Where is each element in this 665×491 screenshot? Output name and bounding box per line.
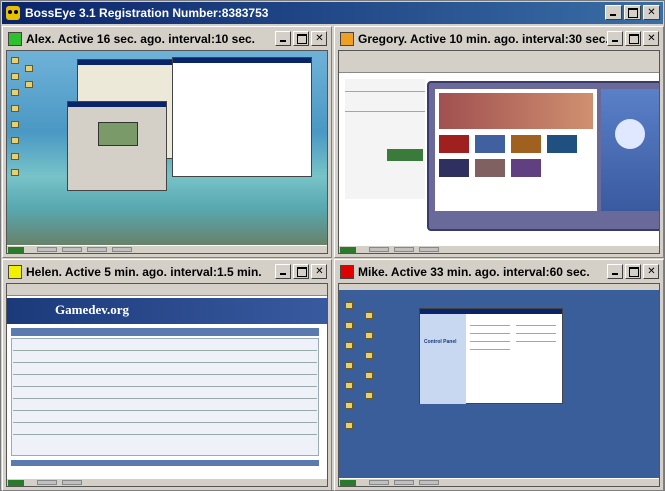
- desktop-icon: [365, 332, 373, 339]
- pane-label: Mike. Active 33 min. ago. interval:60 se…: [358, 264, 590, 279]
- screen-thumbnail[interactable]: [6, 50, 328, 254]
- maximize-button[interactable]: [625, 31, 641, 46]
- app-title: BossEye 3.1 Registration Number:8383753: [25, 6, 269, 20]
- desktop-icon: [11, 121, 19, 128]
- desktop-icon: [365, 372, 373, 379]
- desktop-icon: [345, 342, 353, 349]
- screen-thumbnail[interactable]: Control Panel: [338, 283, 660, 487]
- desktop-icon: [25, 65, 33, 72]
- desktop-icon: [11, 73, 19, 80]
- pane-title-bar: Mike. Active 33 min. ago. interval:60 se…: [337, 262, 661, 281]
- screen-thumbnail[interactable]: [338, 50, 660, 254]
- desktop-icon: [11, 89, 19, 96]
- desktop-icon: [11, 105, 19, 112]
- desktop-icon: [345, 302, 353, 309]
- minimize-button[interactable]: [275, 31, 291, 46]
- pane-label: Gregory. Active 10 min. ago. interval:30…: [358, 31, 609, 46]
- desktop-icon: [345, 322, 353, 329]
- title-bar: BossEye 3.1 Registration Number:8383753: [2, 2, 663, 24]
- close-button[interactable]: [643, 31, 659, 46]
- taskbar: [7, 478, 327, 486]
- desktop-icon: [365, 352, 373, 359]
- control-panel-window-thumbnail: Control Panel: [419, 308, 563, 404]
- pane-title-bar: Alex. Active 16 sec. ago. interval:10 se…: [5, 29, 329, 48]
- close-button[interactable]: [643, 5, 660, 20]
- minimize-button[interactable]: [605, 5, 622, 20]
- close-button[interactable]: [643, 264, 659, 279]
- desktop-icon: [365, 392, 373, 399]
- taskbar: [339, 245, 659, 253]
- status-indicator: [8, 31, 22, 46]
- minimize-button[interactable]: [607, 264, 623, 279]
- app-window: BossEye 3.1 Registration Number:8383753 …: [0, 0, 665, 491]
- taskbar: [339, 478, 659, 486]
- minimize-button[interactable]: [607, 31, 623, 46]
- desktop-icon: [345, 382, 353, 389]
- maximize-button[interactable]: [293, 264, 309, 279]
- desktop-icon: [345, 402, 353, 409]
- maximize-button[interactable]: [625, 264, 641, 279]
- desktop-icon: [25, 81, 33, 88]
- taskbar: [7, 245, 327, 253]
- close-button[interactable]: [311, 31, 327, 46]
- maximize-button[interactable]: [293, 31, 309, 46]
- pane-helen[interactable]: Helen. Active 5 min. ago. interval:1.5 m…: [2, 259, 332, 491]
- desktop-icon: [345, 362, 353, 369]
- desktop-icon: [11, 57, 19, 64]
- dialog-thumbnail: [67, 101, 167, 191]
- desktop-icon: [11, 169, 19, 176]
- pane-title-bar: Helen. Active 5 min. ago. interval:1.5 m…: [5, 262, 329, 281]
- pane-mike[interactable]: Mike. Active 33 min. ago. interval:60 se…: [334, 259, 664, 491]
- minimize-button[interactable]: [275, 264, 291, 279]
- pane-title-bar: Gregory. Active 10 min. ago. interval:30…: [337, 29, 661, 48]
- pane-label: Alex. Active 16 sec. ago. interval:10 se…: [26, 31, 256, 46]
- desktop-icon: [345, 422, 353, 429]
- pane-alex[interactable]: Alex. Active 16 sec. ago. interval:10 se…: [2, 26, 332, 258]
- desktop-icon: [11, 153, 19, 160]
- pane-gregory[interactable]: Gregory. Active 10 min. ago. interval:30…: [334, 26, 664, 258]
- close-button[interactable]: [311, 264, 327, 279]
- control-panel-title: Control Panel: [424, 339, 457, 345]
- app-window-thumbnail: [172, 57, 312, 177]
- pane-label: Helen. Active 5 min. ago. interval:1.5 m…: [26, 264, 262, 279]
- media-player-thumbnail: [427, 81, 659, 231]
- desktop-icon: [11, 137, 19, 144]
- status-indicator: [8, 264, 22, 279]
- desktop-icon: [365, 312, 373, 319]
- boss-eye-icon: [6, 6, 20, 20]
- screen-thumbnail[interactable]: Gamedev.org: [6, 283, 328, 487]
- site-logo: Gamedev.org: [55, 302, 130, 317]
- status-indicator: [340, 31, 354, 46]
- maximize-button[interactable]: [624, 5, 641, 20]
- status-indicator: [340, 264, 354, 279]
